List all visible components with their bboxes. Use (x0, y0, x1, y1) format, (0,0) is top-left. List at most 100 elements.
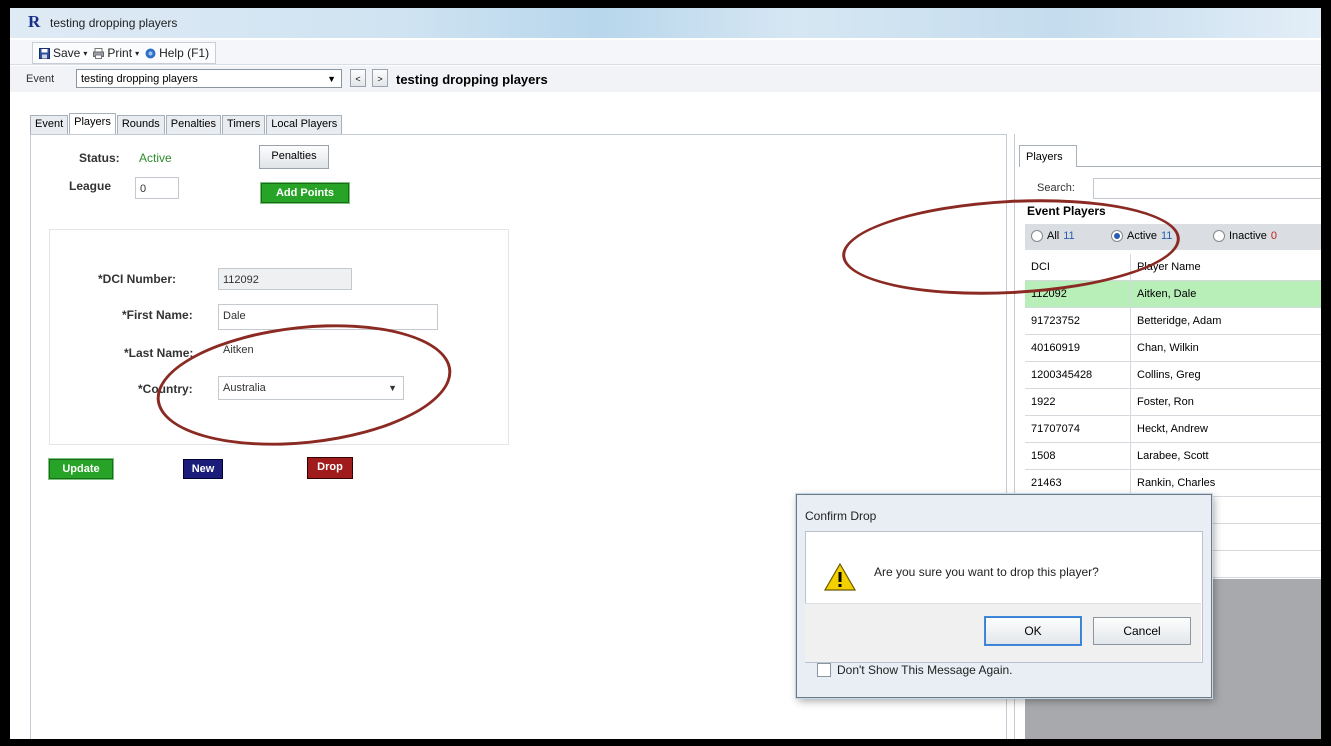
tab-timers[interactable]: Timers (222, 115, 266, 136)
dci-number-label: *DCI Number: (98, 272, 177, 286)
search-input[interactable] (1093, 178, 1321, 199)
print-dropdown-icon[interactable]: ▾ (135, 49, 139, 58)
event-title: testing dropping players (396, 72, 548, 87)
row-player-name: Heckt, Andrew (1137, 423, 1208, 435)
radio-inactive[interactable] (1213, 230, 1225, 242)
dci-number-field[interactable]: 112092 (218, 268, 352, 290)
radio-all[interactable] (1031, 230, 1043, 242)
table-row[interactable]: 1200345428 Collins, Greg (1025, 362, 1321, 389)
column-divider (1130, 362, 1131, 388)
chevron-down-icon: ▼ (388, 383, 397, 393)
new-button[interactable]: New (183, 459, 223, 479)
event-bar: Event testing dropping players ▼ < > tes… (10, 66, 1321, 92)
table-row[interactable]: 112092 Aitken, Dale (1025, 281, 1321, 308)
last-name-field[interactable]: Aitken (218, 338, 438, 360)
tab-players[interactable]: Players (69, 113, 116, 136)
table-row[interactable]: 91723752 Betteridge, Adam (1025, 308, 1321, 335)
table-row[interactable]: 71707074 Heckt, Andrew (1025, 416, 1321, 443)
filter-all[interactable]: All 11 (1031, 230, 1075, 242)
penalties-button[interactable]: Penalties (259, 145, 329, 169)
print-button[interactable]: Print ▾ (93, 46, 139, 60)
country-label: *Country: (138, 382, 193, 396)
column-divider (1130, 281, 1131, 307)
country-select-value: Australia (223, 382, 266, 394)
event-label: Event (26, 73, 55, 85)
help-label: Help (F1) (159, 46, 210, 60)
table-header: DCI Player Name (1025, 254, 1321, 281)
row-player-name: Larabee, Scott (1137, 450, 1209, 462)
app-window: R testing dropping players Save ▾ Print … (10, 8, 1321, 739)
save-label: Save (53, 46, 81, 60)
cancel-button[interactable]: Cancel (1093, 617, 1191, 645)
print-label: Print (107, 46, 133, 60)
status-value: Active (139, 151, 172, 165)
drop-button[interactable]: Drop (307, 457, 353, 479)
next-event-button[interactable]: > (372, 69, 388, 87)
dont-show-again-option[interactable]: Don't Show This Message Again. (817, 663, 1013, 677)
row-player-name: Collins, Greg (1137, 369, 1201, 381)
league-label: League (69, 179, 112, 193)
row-dci: 1508 (1031, 450, 1056, 462)
row-dci: 91723752 (1031, 315, 1080, 327)
row-player-name: Chan, Wilkin (1137, 342, 1199, 354)
save-button[interactable]: Save ▾ (39, 46, 87, 60)
tab-rounds[interactable]: Rounds (116, 115, 165, 136)
window-title: testing dropping players (50, 16, 178, 30)
filter-active-count: 11 (1160, 230, 1173, 242)
table-row[interactable]: 1922 Foster, Ron (1025, 389, 1321, 416)
row-player-name: Betteridge, Adam (1137, 315, 1222, 327)
column-header-player-name[interactable]: Player Name (1137, 261, 1201, 273)
save-icon (39, 47, 50, 59)
first-name-label: *First Name: (122, 308, 193, 322)
row-dci: 1200345428 (1031, 369, 1093, 381)
dont-show-again-checkbox[interactable] (817, 663, 831, 677)
first-name-field[interactable]: Dale (218, 304, 438, 330)
dont-show-again-label: Don't Show This Message Again. (837, 663, 1013, 677)
row-player-name: Rankin, Charles (1137, 477, 1216, 489)
column-header-dci[interactable]: DCI (1031, 261, 1050, 273)
filter-inactive-label: Inactive (1229, 230, 1267, 242)
filter-all-label: All (1047, 230, 1060, 242)
row-dci: 21463 (1031, 477, 1062, 489)
table-row[interactable]: 21463 Rankin, Charles (1025, 470, 1321, 497)
chevron-down-icon: ▼ (327, 74, 336, 84)
event-select[interactable]: testing dropping players ▼ (76, 69, 342, 88)
row-dci: 112092 (1031, 288, 1067, 300)
tab-penalties[interactable]: Penalties (165, 115, 222, 136)
help-button[interactable]: Help (F1) (145, 46, 209, 60)
warning-icon (824, 562, 856, 591)
tab-players-list[interactable]: Players (1019, 145, 1077, 167)
toolbar-group: Save ▾ Print ▾ Help (F1) (32, 42, 217, 64)
table-row[interactable]: 40160919 Chan, Wilkin (1025, 335, 1321, 362)
last-name-label: *Last Name: (124, 346, 194, 360)
country-select[interactable]: Australia ▼ (218, 376, 404, 400)
row-dci: 1922 (1031, 396, 1056, 408)
main-tabs: Event Players Rounds Penalties Timers Lo… (30, 113, 343, 136)
help-icon (145, 48, 156, 58)
title-bar: R testing dropping players (10, 8, 1321, 38)
dialog-message: Are you sure you want to drop this playe… (874, 565, 1099, 579)
radio-active[interactable] (1111, 230, 1123, 242)
row-dci: 40160919 (1031, 342, 1080, 354)
event-players-title: Event Players (1027, 204, 1106, 218)
save-dropdown-icon[interactable]: ▾ (83, 49, 87, 58)
event-select-value: testing dropping players (81, 73, 198, 85)
tab-local-players[interactable]: Local Players (266, 115, 343, 136)
table-row[interactable]: 1508 Larabee, Scott (1025, 443, 1321, 470)
filter-inactive[interactable]: Inactive 0 (1213, 230, 1277, 242)
row-dci: 71707074 (1031, 423, 1080, 435)
column-divider (1130, 443, 1131, 469)
update-button[interactable]: Update (48, 458, 114, 480)
league-field[interactable]: 0 (135, 177, 179, 199)
player-form: *DCI Number: 112092 *First Name: Dale *L… (49, 229, 509, 445)
filter-active[interactable]: Active 11 (1111, 230, 1172, 242)
dialog-title: Confirm Drop (805, 509, 877, 523)
status-label: Status: (79, 151, 120, 165)
add-points-button[interactable]: Add Points (260, 182, 350, 204)
player-filter-bar: All 11 Active 11 Inactive 0 (1025, 224, 1321, 250)
prev-event-button[interactable]: < (350, 69, 366, 87)
filter-all-count: 11 (1063, 230, 1075, 242)
app-logo-icon: R (28, 12, 41, 31)
tab-event[interactable]: Event (30, 115, 69, 136)
ok-button[interactable]: OK (984, 616, 1082, 646)
